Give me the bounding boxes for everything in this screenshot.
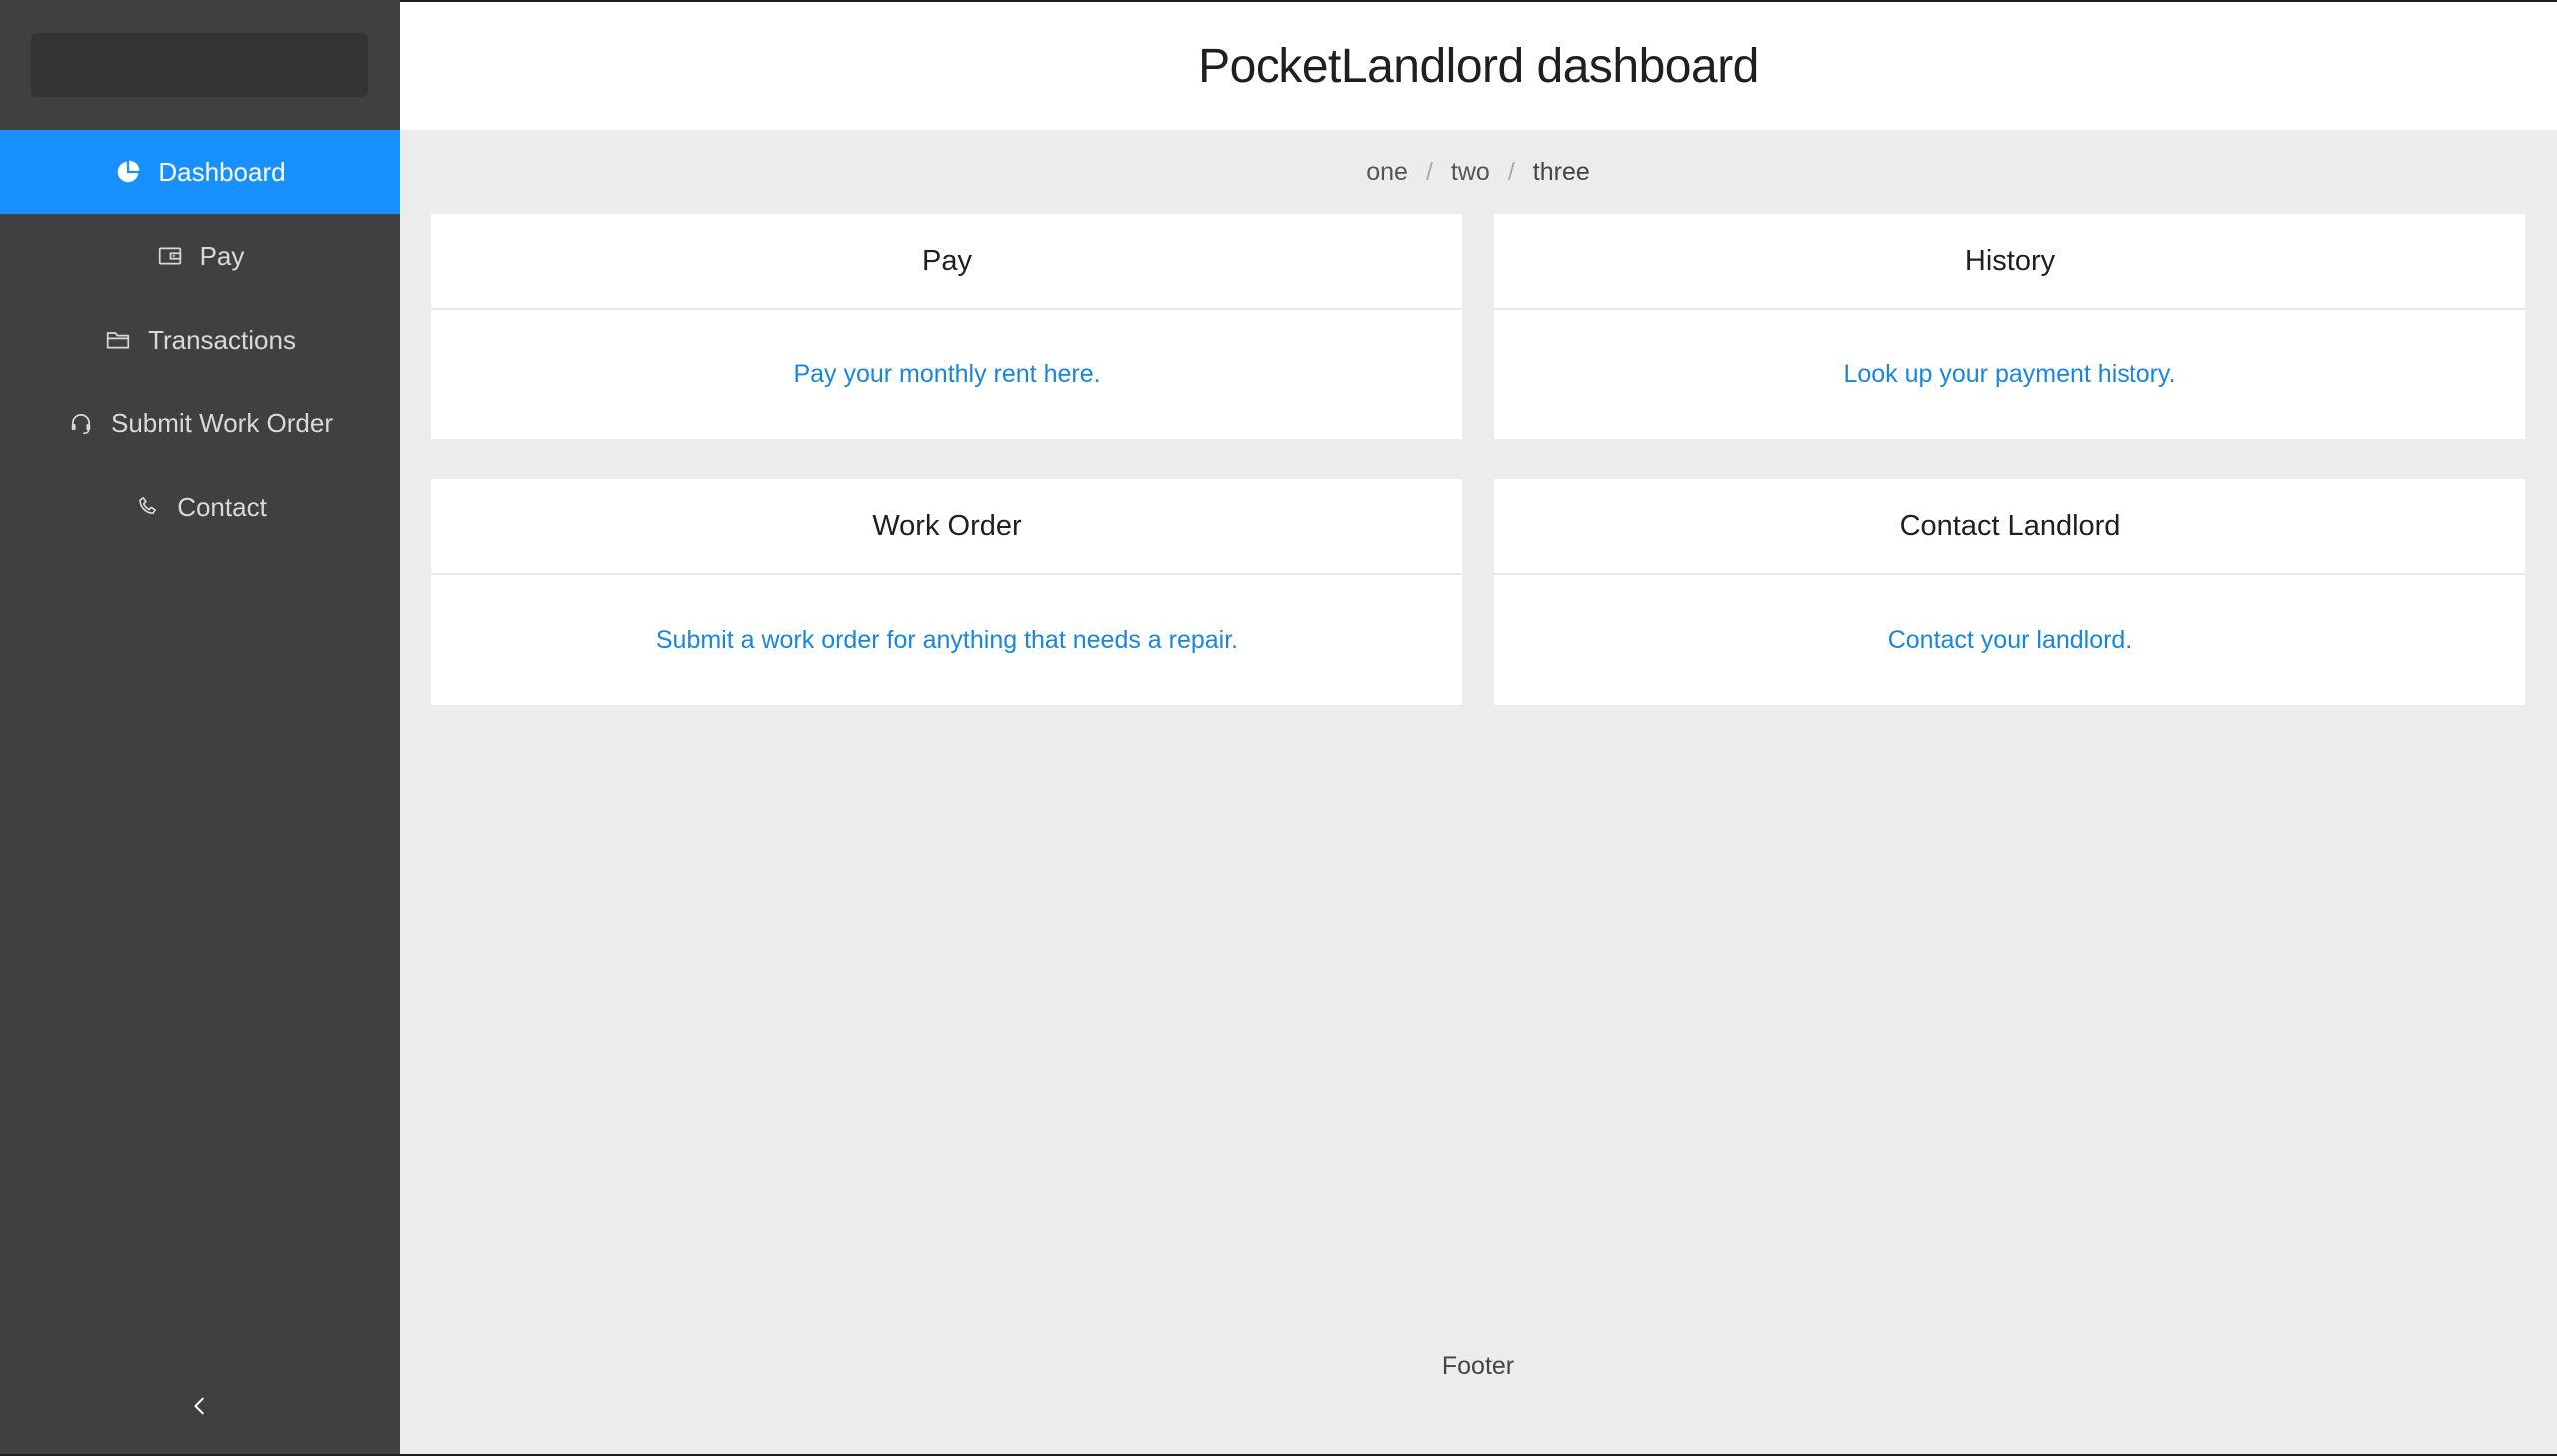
payment-history-link[interactable]: Look up your payment history.: [1843, 361, 2175, 389]
headset-icon: [67, 409, 95, 437]
logo-placeholder[interactable]: [31, 33, 368, 97]
card-title: Pay: [431, 214, 1462, 310]
card-body: Submit a work order for anything that ne…: [431, 575, 1462, 705]
main-content: PocketLandlord dashboard one / two / thr…: [400, 0, 2557, 1456]
sidebar-item-pay[interactable]: Pay: [0, 214, 400, 298]
sidebar-collapse-button[interactable]: [0, 1360, 400, 1456]
card-body: Look up your payment history.: [1494, 310, 2525, 439]
sidebar-item-label: Submit Work Order: [110, 407, 333, 438]
breadcrumb-separator: /: [1507, 157, 1515, 186]
phone-icon: [133, 493, 161, 521]
breadcrumb-item-three: three: [1532, 157, 1590, 186]
pay-rent-link[interactable]: Pay your monthly rent here.: [793, 361, 1100, 389]
breadcrumb-separator: /: [1425, 157, 1433, 186]
work-order-card: Work Order Submit a work order for anyth…: [431, 479, 1462, 705]
sidebar: Dashboard Pay Transactions Submit Work O…: [0, 0, 400, 1456]
sidebar-item-dashboard[interactable]: Dashboard: [0, 130, 400, 214]
page-footer: Footer: [1441, 1352, 1515, 1380]
card-title: History: [1494, 214, 2525, 310]
contact-landlord-card: Contact Landlord Contact your landlord.: [1494, 479, 2525, 705]
contact-landlord-link[interactable]: Contact your landlord.: [1888, 626, 2132, 655]
pie-chart-icon: [114, 158, 142, 186]
sidebar-item-contact[interactable]: Contact: [0, 465, 400, 549]
card-body: Pay your monthly rent here.: [431, 310, 1462, 439]
page-title: PocketLandlord dashboard: [1198, 39, 1759, 93]
pay-card: Pay Pay your monthly rent here.: [431, 214, 1462, 439]
card-grid: Pay Pay your monthly rent here. History …: [431, 214, 2525, 705]
wallet-icon: [156, 242, 184, 270]
breadcrumb-item-one[interactable]: one: [1366, 158, 1408, 187]
breadcrumb: one / two / three: [400, 130, 2557, 214]
history-card: History Look up your payment history.: [1494, 214, 2525, 439]
card-body: Contact your landlord.: [1494, 575, 2525, 705]
card-title: Work Order: [431, 479, 1462, 575]
card-title: Contact Landlord: [1494, 479, 2525, 575]
sidebar-item-label: Dashboard: [158, 156, 286, 187]
chevron-left-icon: [189, 1395, 211, 1422]
folder-icon: [104, 326, 132, 354]
sidebar-item-label: Pay: [199, 240, 245, 271]
sidebar-menu: Dashboard Pay Transactions Submit Work O…: [0, 130, 400, 549]
sidebar-item-transactions[interactable]: Transactions: [0, 298, 400, 381]
sidebar-item-submit-work-order[interactable]: Submit Work Order: [0, 381, 400, 465]
breadcrumb-item-two[interactable]: two: [1451, 158, 1490, 187]
sidebar-item-label: Contact: [177, 491, 267, 522]
submit-work-order-link[interactable]: Submit a work order for anything that ne…: [656, 626, 1238, 655]
sidebar-item-label: Transactions: [148, 324, 296, 355]
page-header: PocketLandlord dashboard: [400, 0, 2557, 130]
